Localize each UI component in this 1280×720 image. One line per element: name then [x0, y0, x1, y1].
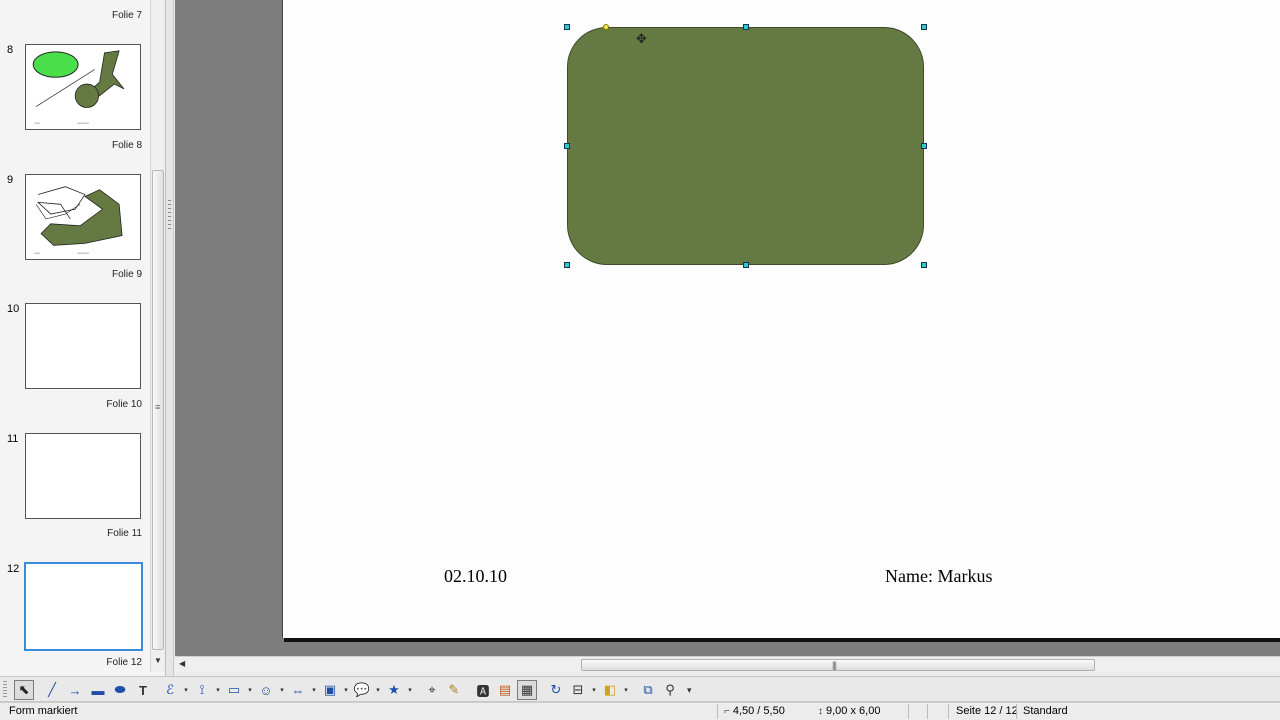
symbol-shapes-icon[interactable]: ☺ — [256, 680, 276, 700]
arrange-dropdown-icon[interactable]: ▾ — [622, 680, 630, 700]
page-indicator: Seite 12 / 12 — [956, 705, 1018, 717]
slide-preview[interactable] — [25, 44, 141, 130]
select-icon[interactable]: ⬉ — [14, 680, 34, 700]
resize-handle-bottom[interactable] — [743, 262, 749, 268]
glue-points-icon[interactable]: ✎ — [444, 680, 464, 700]
text-icon[interactable]: T — [133, 680, 153, 700]
slide-label: Folie 12 — [106, 657, 142, 668]
position-value: 4,50 / 5,50 — [732, 705, 785, 717]
resize-handle-top-left[interactable] — [564, 24, 570, 30]
block-arrows-icon[interactable]: ⇔ — [288, 680, 308, 700]
align-icon[interactable]: ⊟ — [568, 680, 588, 700]
arrange-icon[interactable]: ◧ — [600, 680, 620, 700]
size-value: 9,00 x 6,00 — [826, 705, 881, 717]
gallery-icon[interactable]: ▦ — [517, 680, 537, 700]
slide-preview-selected[interactable] — [24, 562, 143, 651]
position-readout: ⌐ 4,50 / 5,50 — [724, 705, 785, 717]
stars-dropdown-icon[interactable]: ▾ — [406, 680, 414, 700]
status-separator — [927, 704, 928, 719]
slide-number: 8 — [7, 44, 14, 56]
grip-icon: ≡ — [155, 402, 161, 412]
position-icon: ⌐ — [724, 706, 730, 717]
slide-preview[interactable] — [25, 433, 141, 519]
resize-handle-bottom-left[interactable] — [564, 262, 570, 268]
stars-icon[interactable]: ★ — [384, 680, 404, 700]
slide-label: Folie 9 — [111, 269, 142, 280]
callouts-icon[interactable]: 💬 — [352, 680, 372, 700]
slide-preview[interactable] — [25, 303, 141, 389]
move-cursor-icon: ✥ — [636, 31, 647, 46]
resize-handle-top[interactable] — [743, 24, 749, 30]
name-footer-field[interactable]: Name: Markus — [885, 566, 992, 587]
slide-number: 12 — [7, 563, 20, 575]
status-separator — [948, 704, 949, 719]
pane-splitter[interactable] — [166, 0, 174, 676]
slide-number: 11 — [7, 433, 19, 445]
line-icon[interactable]: ╱ — [42, 680, 62, 700]
symbol-shapes-dropdown-icon[interactable]: ▾ — [278, 680, 286, 700]
toolbar-more-icon[interactable]: ▾ — [687, 685, 692, 696]
slide-pane: Folie 7 8 Folie 8 9 Folie 9 10 Folie 10 … — [0, 0, 166, 676]
status-bar: Form markiert ⌐ 4,50 / 5,50 ↕ 9,00 x 6,00 … — [0, 702, 1280, 720]
slide-label: Folie 7 — [111, 10, 142, 21]
basic-shapes-icon[interactable]: ▭ — [224, 680, 244, 700]
slide-label: Folie 11 — [107, 528, 142, 539]
callouts-dropdown-icon[interactable]: ▾ — [374, 680, 382, 700]
ellipse-icon[interactable]: ⬬ — [110, 680, 130, 700]
from-file-icon[interactable]: ▤ — [495, 680, 515, 700]
arrow-line-icon[interactable]: → — [65, 680, 85, 700]
drawing-toolbar: ⬉ ╱ → ▬ ⬬ T ℰ ▾ ⟟ ▾ ▭ ▾ ☺ ▾ ⇔ ▾ ▣ ▾ 💬 ▾ … — [0, 676, 1280, 702]
rotate-icon[interactable]: ↻ — [546, 680, 566, 700]
curve-icon[interactable]: ℰ — [160, 680, 180, 700]
slide-pane-scrollbar[interactable]: ≡ ▼ — [150, 0, 165, 672]
scrollbar-thumb[interactable]: ||| — [581, 659, 1095, 671]
align-dropdown-icon[interactable]: ▾ — [590, 680, 598, 700]
slide-number: 10 — [7, 303, 20, 315]
rounded-rectangle-shape[interactable] — [567, 27, 924, 265]
resize-handle-right[interactable] — [921, 143, 927, 149]
block-arrows-dropdown-icon[interactable]: ▾ — [310, 680, 318, 700]
resize-handle-left[interactable] — [564, 143, 570, 149]
horizontal-scrollbar[interactable]: ◀ ||| — [175, 656, 1280, 672]
status-text: Form markiert — [9, 705, 78, 717]
grip-icon: ||| — [832, 660, 837, 670]
size-icon: ↕ — [818, 706, 823, 717]
layout-name[interactable]: Standard — [1023, 705, 1068, 717]
scroll-left-arrow-icon[interactable]: ◀ — [179, 659, 185, 668]
rectangle-icon[interactable]: ▬ — [88, 680, 108, 700]
date-footer-field[interactable]: 02.10.10 — [444, 566, 507, 587]
status-separator — [908, 704, 909, 719]
slide-canvas[interactable]: ✥ 02.10.10 Name: Markus — [282, 0, 1280, 638]
resize-handle-bottom-right[interactable] — [921, 262, 927, 268]
points-icon[interactable]: ⌖ — [422, 680, 442, 700]
flowchart-icon[interactable]: ▣ — [320, 680, 340, 700]
resize-handle-top-right[interactable] — [921, 24, 927, 30]
scroll-down-arrow-icon[interactable]: ▼ — [154, 656, 162, 665]
connector-icon[interactable]: ⟟ — [192, 680, 212, 700]
corner-radius-control-point[interactable] — [603, 24, 609, 30]
curve-dropdown-icon[interactable]: ▾ — [182, 680, 190, 700]
slide-preview[interactable] — [25, 174, 141, 260]
slide-label: Folie 10 — [106, 399, 142, 410]
connector-dropdown-icon[interactable]: ▾ — [214, 680, 222, 700]
slide-number: 9 — [7, 174, 14, 186]
glue-icon[interactable]: ⚲ — [660, 680, 680, 700]
flowchart-dropdown-icon[interactable]: ▾ — [342, 680, 350, 700]
slide-label: Folie 8 — [111, 140, 142, 151]
fontwork-icon[interactable]: 🅰 — [473, 680, 493, 700]
splitter-grip-icon — [168, 200, 171, 230]
basic-shapes-dropdown-icon[interactable]: ▾ — [246, 680, 254, 700]
status-separator — [1016, 704, 1017, 719]
slide-workspace[interactable]: ✥ 02.10.10 Name: Markus — [175, 0, 1280, 656]
size-readout: ↕ 9,00 x 6,00 — [818, 705, 880, 717]
extrusion-icon[interactable]: ⧉ — [638, 680, 658, 700]
toolbar-grip-icon[interactable] — [3, 681, 7, 699]
status-separator — [717, 704, 718, 719]
